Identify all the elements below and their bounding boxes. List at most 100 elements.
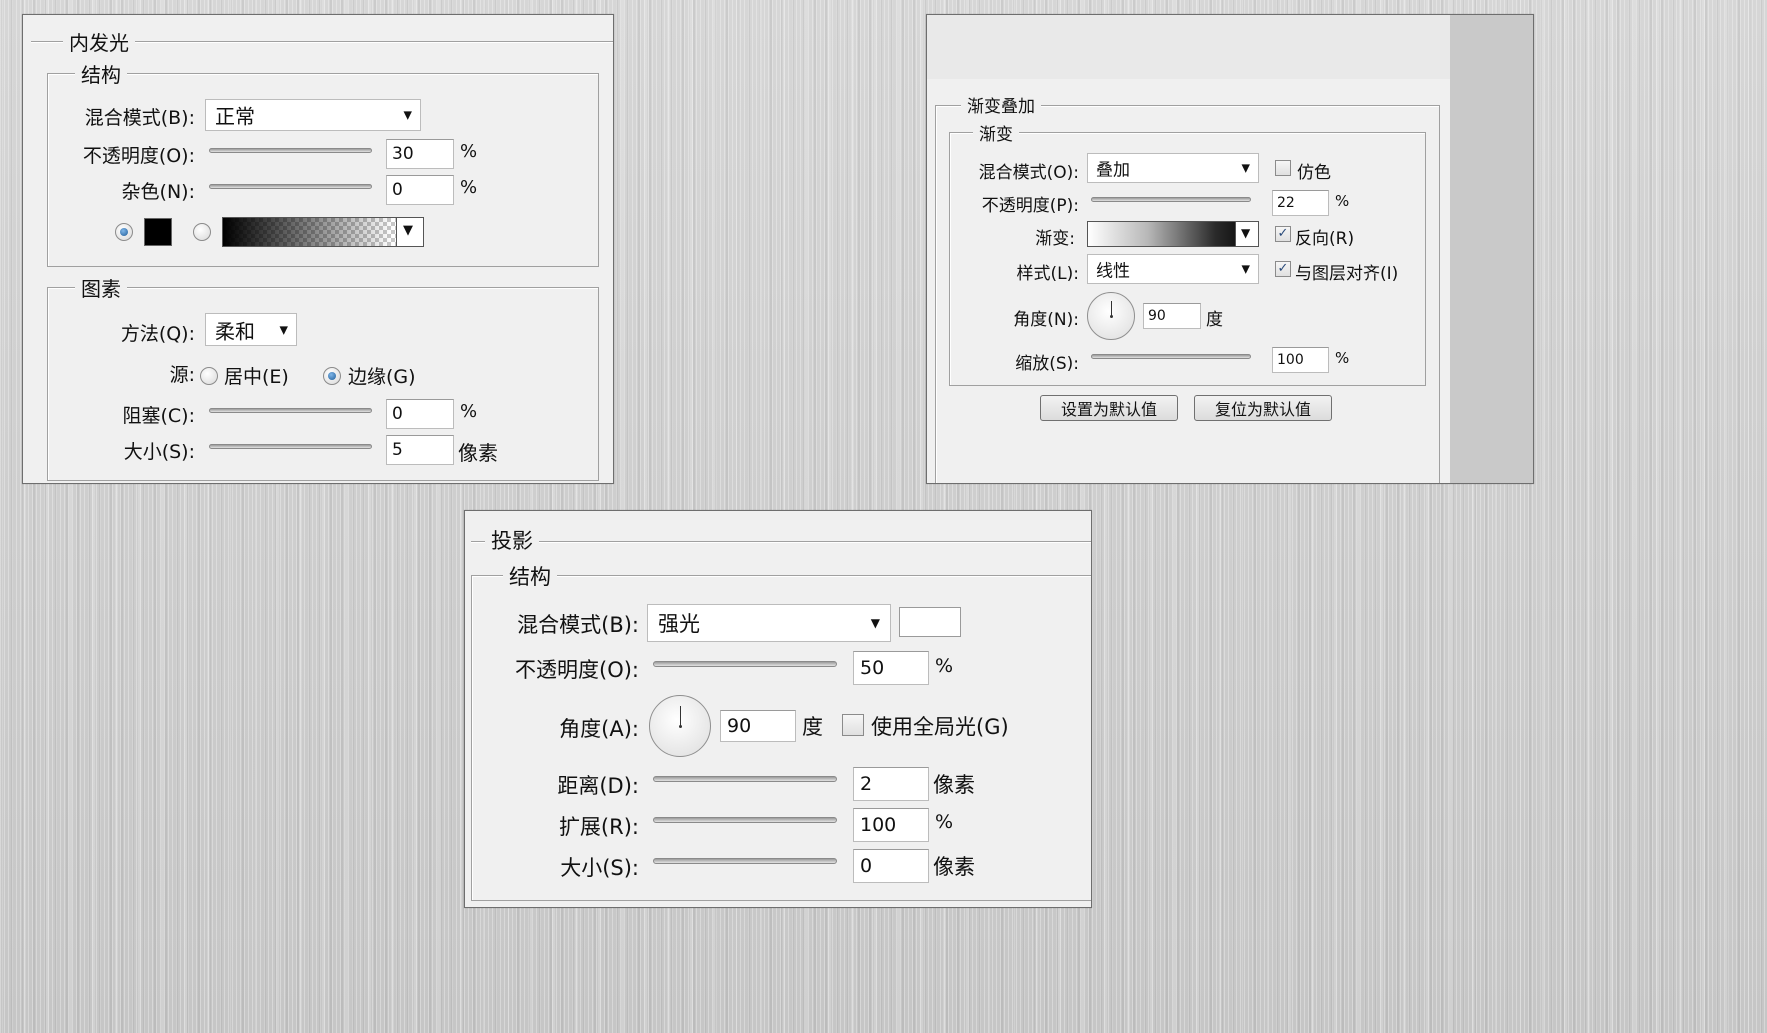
ds-opacity-input[interactable]: 50 (853, 651, 929, 685)
size-slider-track[interactable] (209, 444, 372, 449)
opacity-value: 30 (392, 144, 414, 164)
chevron-down-icon: ▼ (403, 223, 413, 238)
gradient-overlay-panel: 渐变叠加 渐变 混合模式(O): 叠加 ▼ 仿色 不透明度(P): 22 % 渐… (926, 14, 1534, 484)
source-center-label[interactable]: 居中(E) (224, 362, 289, 389)
scale-slider-track[interactable] (1091, 354, 1251, 359)
distance-input[interactable]: 2 (853, 767, 929, 801)
set-default-button[interactable]: 设置为默认值 (1040, 395, 1178, 421)
solid-color-radio[interactable] (115, 223, 133, 241)
gradient-radio[interactable] (193, 223, 211, 241)
method-value: 柔和 (215, 319, 255, 343)
spread-value: 100 (860, 814, 897, 836)
go-opacity-label: 不透明度(P): (981, 196, 1079, 216)
opacity-input[interactable]: 30 (386, 139, 454, 169)
elements-group-title: 图素 (75, 273, 127, 302)
ds-opacity-label: 不透明度(O): (515, 658, 639, 682)
align-layer-checkbox[interactable]: ✓ (1275, 261, 1291, 277)
distance-label: 距离(D): (557, 774, 639, 798)
go-opacity-slider-track[interactable] (1091, 197, 1251, 202)
source-edge-radio[interactable] (323, 367, 341, 385)
go-opacity-value: 22 (1277, 195, 1295, 211)
shadow-color-swatch[interactable] (899, 607, 961, 637)
blend-mode-label: 混合模式(B): (84, 107, 195, 129)
distance-slider-track[interactable] (653, 776, 837, 782)
noise-input[interactable]: 0 (386, 175, 454, 205)
scale-value: 100 (1277, 352, 1304, 368)
method-label: 方法(Q): (120, 323, 195, 345)
glow-color-swatch[interactable] (144, 218, 172, 246)
gradient-dropdown-button[interactable]: ▼ (1235, 222, 1258, 246)
distance-unit: 像素 (933, 773, 975, 797)
method-select[interactable]: 柔和 ▼ (205, 313, 297, 346)
ds-blend-mode-value: 强光 (658, 612, 700, 636)
reset-default-label: 复位为默认值 (1214, 400, 1311, 419)
global-light-label[interactable]: 使用全局光(G) (871, 711, 1009, 741)
reverse-label[interactable]: 反向(R) (1295, 224, 1354, 249)
go-opacity-input[interactable]: 22 (1272, 190, 1329, 216)
gradient-dropdown-button[interactable]: ▼ (396, 218, 423, 246)
noise-label: 杂色(N): (121, 181, 195, 203)
spread-input[interactable]: 100 (853, 808, 929, 842)
ds-size-label: 大小(S): (560, 856, 639, 880)
ds-angle-value: 90 (727, 715, 752, 737)
scale-unit: % (1335, 349, 1350, 367)
gradient-preview[interactable]: ▼ (1087, 221, 1259, 247)
blend-mode-select[interactable]: 正常 ▼ (205, 99, 421, 131)
drop-shadow-title: 投影 (485, 525, 539, 555)
noise-value: 0 (392, 180, 403, 200)
spread-label: 扩展(R): (558, 815, 639, 839)
go-angle-dial[interactable] (1087, 292, 1135, 340)
gradient-overlay-strip (927, 15, 1450, 79)
ds-size-slider-track[interactable] (653, 858, 837, 864)
ds-angle-input[interactable]: 90 (720, 710, 796, 742)
drop-shadow-panel: 投影 结构 混合模式(B): 强光 ▼ 不透明度(O): 50 % 角度(A):… (464, 510, 1092, 908)
noise-unit: % (460, 177, 478, 198)
style-label: 样式(L): (1016, 264, 1079, 284)
choke-slider-track[interactable] (209, 408, 372, 413)
ds-size-input[interactable]: 0 (853, 849, 929, 883)
go-blend-mode-select[interactable]: 叠加 ▼ (1087, 153, 1259, 183)
distance-value: 2 (860, 773, 873, 795)
reverse-checkbox[interactable]: ✓ (1275, 226, 1291, 242)
chevron-down-icon: ▼ (1241, 262, 1250, 276)
ds-angle-dial[interactable] (649, 695, 711, 757)
chevron-down-icon: ▼ (403, 108, 412, 122)
size-unit: 像素 (458, 441, 498, 465)
scale-label: 缩放(S): (1015, 354, 1079, 374)
choke-unit: % (460, 401, 478, 422)
gradient-picker[interactable]: ▼ (222, 217, 424, 247)
choke-value: 0 (392, 404, 403, 424)
opacity-label: 不透明度(O): (82, 145, 195, 167)
drop-shadow-title-rule (471, 541, 1091, 542)
reset-default-button[interactable]: 复位为默认值 (1194, 395, 1332, 421)
global-light-checkbox[interactable] (842, 714, 864, 736)
chevron-down-icon: ▼ (870, 616, 880, 630)
dither-label[interactable]: 仿色 (1297, 158, 1331, 183)
dither-checkbox[interactable] (1275, 160, 1291, 176)
noise-slider-track[interactable] (209, 184, 372, 189)
ds-opacity-value: 50 (860, 657, 885, 679)
blend-mode-value: 正常 (215, 104, 255, 129)
chevron-down-icon: ▼ (1241, 226, 1251, 240)
source-label: 源: (169, 364, 195, 386)
align-layer-label[interactable]: 与图层对齐(I) (1295, 259, 1398, 284)
gradient-group-title: 渐变 (973, 120, 1019, 145)
opacity-slider-track[interactable] (209, 148, 372, 153)
go-angle-input[interactable]: 90 (1143, 303, 1201, 329)
source-edge-label[interactable]: 边缘(G) (348, 362, 416, 389)
set-default-label: 设置为默认值 (1060, 400, 1157, 419)
choke-input[interactable]: 0 (386, 399, 454, 429)
ds-blend-mode-select[interactable]: 强光 ▼ (647, 604, 891, 642)
style-value: 线性 (1096, 261, 1130, 282)
style-select[interactable]: 线性 ▼ (1087, 254, 1259, 284)
size-input[interactable]: 5 (386, 435, 454, 465)
ds-opacity-unit: % (935, 655, 954, 677)
go-angle-unit: 度 (1206, 310, 1223, 330)
ds-size-value: 0 (860, 855, 873, 877)
source-center-radio[interactable] (200, 367, 218, 385)
go-opacity-unit: % (1335, 192, 1350, 210)
spread-slider-track[interactable] (653, 817, 837, 823)
go-blend-mode-label: 混合模式(O): (978, 163, 1079, 183)
scale-input[interactable]: 100 (1272, 347, 1329, 373)
ds-opacity-slider-track[interactable] (653, 661, 837, 667)
